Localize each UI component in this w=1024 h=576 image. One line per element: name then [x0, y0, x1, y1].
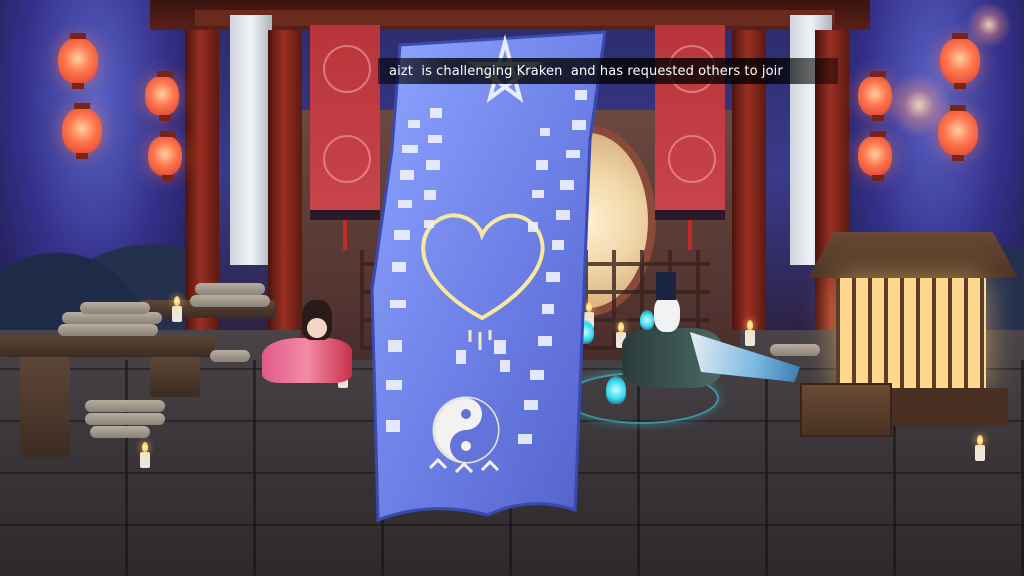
plum-blossom-icon — [668, 135, 716, 183]
lantern — [62, 103, 102, 159]
tassel — [343, 220, 347, 250]
candle — [172, 296, 182, 322]
cross-beam — [195, 10, 835, 26]
lantern — [858, 71, 892, 121]
character-face — [307, 318, 327, 338]
table-leg — [150, 357, 200, 397]
game-scene[interactable]: aizt is challenging Kraken and has reque… — [0, 0, 1024, 576]
hanging-banner-right — [655, 25, 725, 250]
plum-blossom-icon — [323, 135, 371, 183]
shikigami-character-seimei[interactable] — [600, 272, 810, 404]
wooden-chest — [800, 383, 892, 437]
pillar-left-inner — [268, 30, 302, 330]
shrine-lit-lattice — [836, 278, 986, 388]
blue-spirit-flame — [606, 376, 626, 404]
lantern — [938, 105, 978, 161]
scroll — [85, 400, 165, 412]
lantern — [858, 131, 892, 181]
scroll — [58, 324, 158, 336]
curtain-left — [230, 15, 272, 265]
hanging-banner-left — [310, 25, 380, 250]
blue-spirit-flame — [640, 310, 654, 330]
scroll — [195, 283, 265, 295]
character-head — [654, 296, 680, 332]
lantern — [145, 71, 179, 121]
lantern — [148, 131, 182, 181]
player-character-pink[interactable] — [262, 300, 352, 385]
scroll-table-front — [0, 335, 215, 357]
candle — [140, 442, 150, 468]
scroll — [190, 295, 270, 307]
scroll — [80, 302, 150, 314]
lantern — [58, 33, 98, 89]
scroll — [210, 350, 250, 362]
table-leg — [20, 357, 70, 457]
challenge-notification-text: aizt is challenging Kraken and has reque… — [389, 63, 783, 79]
scroll — [90, 426, 150, 438]
shrine-roof — [808, 232, 1018, 278]
blue-spirit-flame — [576, 320, 594, 344]
lantern — [940, 33, 980, 89]
tassel — [688, 220, 692, 250]
plum-blossom-icon — [323, 45, 371, 93]
character-robe — [262, 338, 352, 383]
challenge-notification-bar: aizt is challenging Kraken and has reque… — [378, 58, 838, 84]
scroll — [85, 413, 165, 425]
candle — [975, 435, 985, 461]
character-hat — [656, 272, 676, 300]
